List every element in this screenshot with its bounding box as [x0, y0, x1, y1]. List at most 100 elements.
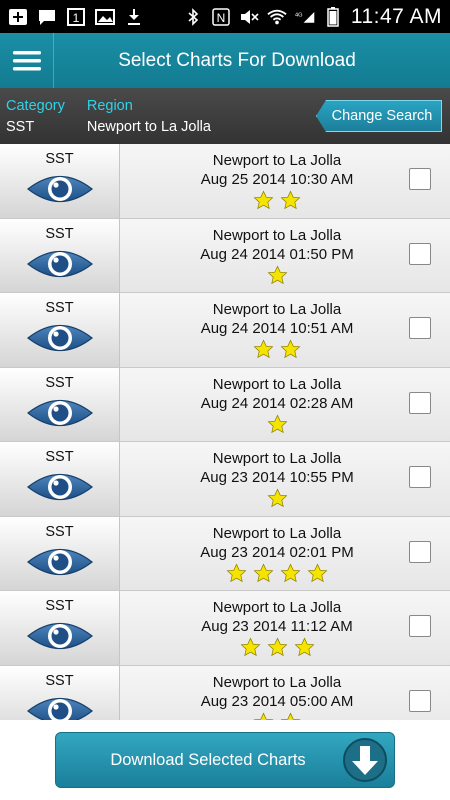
chart-details: Newport to La Jolla Aug 23 2014 05:00 AM: [120, 666, 450, 720]
chart-row[interactable]: SST Newport to La Jolla Aug 23 2014 10:55 …: [0, 442, 450, 517]
view-chart-eye-icon[interactable]: [26, 543, 94, 581]
chart-region: Newport to La Jolla: [212, 226, 342, 244]
view-chart-eye-icon[interactable]: [26, 170, 94, 208]
download-icon: [124, 8, 144, 26]
change-search-button[interactable]: Change Search: [316, 100, 442, 132]
chart-region: Newport to La Jolla: [212, 152, 342, 169]
chart-row[interactable]: SST Newport to La Jolla Aug 25 2014 10:30 …: [0, 144, 450, 219]
menu-button[interactable]: [0, 33, 54, 88]
calendar-badge-icon: 1: [66, 7, 86, 26]
chart-date: Aug 23 2014 10:55 PM: [200, 469, 354, 486]
svg-text:1: 1: [73, 11, 80, 25]
select-chart-checkbox[interactable]: [409, 689, 431, 712]
status-bar: 1 N 4G 11:47 AM: [0, 0, 450, 33]
rating-star-icon: [280, 339, 301, 359]
signal-icon: 4G: [295, 8, 315, 26]
clock: 11:47 AM: [350, 4, 442, 28]
chart-preview[interactable]: SST: [0, 367, 120, 441]
chart-preview[interactable]: SST: [0, 442, 120, 516]
chart-row[interactable]: SST Newport to La Jolla Aug 24 2014 01:50 …: [0, 218, 450, 293]
category-value: SST: [6, 118, 35, 135]
svg-text:4G: 4G: [295, 12, 303, 18]
region-group: Region Newport to La Jolla: [87, 98, 211, 135]
chart-category: SST: [45, 151, 74, 167]
select-chart-checkbox[interactable]: [409, 391, 431, 414]
chart-row[interactable]: SST Newport to La Jolla Aug 23 2014 11:12 …: [0, 591, 450, 666]
select-chart-checkbox[interactable]: [409, 168, 431, 190]
chart-region: Newport to La Jolla: [212, 673, 342, 691]
rating-star-icon: [280, 711, 301, 720]
chart-date: Aug 23 2014 05:00 AM: [200, 692, 354, 710]
chart-row[interactable]: SST Newport to La Jolla Aug 23 2014 02:01 …: [0, 516, 450, 591]
chart-region: Newport to La Jolla: [212, 450, 342, 467]
rating-star-icon: [267, 637, 287, 657]
chart-details: Newport to La Jolla Aug 23 2014 02:01 PM: [120, 517, 450, 591]
chart-details: Newport to La Jolla Aug 25 2014 10:30 AM: [120, 144, 450, 218]
chart-row[interactable]: SST Newport to La Jolla Aug 24 2014 02:28 …: [0, 367, 450, 442]
wifi-icon: [267, 8, 287, 26]
rating-star-icon: [280, 562, 301, 582]
app-header: Select Charts For Download: [0, 33, 450, 88]
notification-icons: 1: [8, 7, 144, 26]
chart-row[interactable]: SST Newport to La Jolla Aug 24 2014 10:51 …: [0, 293, 450, 368]
chart-preview[interactable]: SST: [0, 516, 120, 590]
region-value: Newport to La Jolla: [86, 118, 211, 135]
add-icon: [8, 8, 28, 26]
mute-icon: [239, 8, 259, 26]
chart-category: SST: [45, 672, 74, 689]
chart-rating: [253, 339, 301, 360]
select-chart-checkbox[interactable]: [409, 615, 431, 637]
rating-star-icon: [280, 190, 301, 210]
chart-details: Newport to La Jolla Aug 24 2014 01:50 PM: [120, 219, 450, 293]
rating-star-icon: [253, 339, 274, 359]
select-chart-checkbox[interactable]: [409, 317, 431, 339]
view-chart-eye-icon[interactable]: [26, 319, 94, 357]
chart-preview[interactable]: SST: [0, 665, 120, 721]
chart-category: SST: [45, 598, 74, 614]
chart-rating: [267, 488, 288, 509]
select-chart-checkbox[interactable]: [409, 540, 431, 563]
chart-details: Newport to La Jolla Aug 24 2014 02:28 AM: [120, 368, 450, 442]
rating-star-icon: [253, 711, 274, 720]
chart-details: Newport to La Jolla Aug 23 2014 10:55 PM: [120, 442, 450, 516]
view-chart-eye-icon[interactable]: [26, 394, 94, 432]
chart-region: Newport to La Jolla: [212, 599, 342, 616]
rating-star-icon: [253, 562, 274, 582]
category-group: Category SST: [6, 98, 65, 135]
chart-date: Aug 23 2014 11:12 AM: [201, 618, 353, 635]
chart-category: SST: [45, 374, 74, 391]
chart-category: SST: [45, 523, 74, 540]
select-chart-checkbox[interactable]: [409, 466, 431, 488]
chart-date: Aug 24 2014 10:51 AM: [200, 320, 354, 337]
chart-details: Newport to La Jolla Aug 23 2014 11:12 AM: [120, 591, 450, 665]
view-chart-eye-icon[interactable]: [26, 617, 94, 655]
rating-star-icon: [226, 562, 247, 582]
category-label: Category: [6, 97, 65, 114]
view-chart-eye-icon[interactable]: [26, 245, 94, 283]
battery-icon: [323, 6, 343, 27]
download-selected-button[interactable]: Download Selected Charts: [55, 732, 395, 788]
chart-rating: [253, 711, 301, 720]
rating-star-icon: [267, 413, 287, 433]
chart-preview[interactable]: SST: [0, 293, 120, 367]
rating-star-icon: [307, 562, 328, 582]
chart-rating: [253, 190, 301, 211]
page-title: Select Charts For Download: [118, 49, 356, 71]
nfc-icon: N: [211, 7, 231, 26]
view-chart-eye-icon[interactable]: [26, 468, 94, 506]
chart-row[interactable]: SST Newport to La Jolla Aug 23 2014 05:00 …: [0, 665, 450, 721]
view-chart-eye-icon[interactable]: [26, 692, 94, 721]
chart-preview[interactable]: SST: [0, 591, 120, 665]
image-icon: [95, 8, 115, 26]
system-icons: N 4G 11:47 AM: [183, 5, 442, 29]
chart-preview[interactable]: SST: [0, 144, 120, 218]
chart-region: Newport to La Jolla: [212, 301, 342, 318]
select-chart-checkbox[interactable]: [409, 242, 431, 265]
download-arrow-icon: [343, 738, 387, 782]
chart-list[interactable]: SST Newport to La Jolla Aug 25 2014 10:30 …: [0, 144, 450, 720]
chart-category: SST: [45, 449, 74, 465]
bluetooth-icon: [183, 7, 203, 26]
chart-rating: [267, 413, 288, 435]
chart-preview[interactable]: SST: [0, 218, 120, 292]
chart-region: Newport to La Jolla: [212, 375, 342, 393]
